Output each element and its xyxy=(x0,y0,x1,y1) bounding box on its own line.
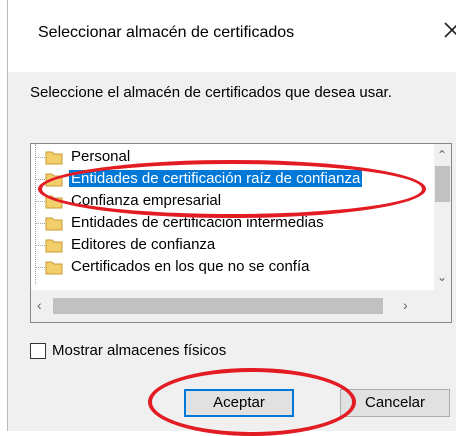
tree-item-enterprise-trust[interactable]: Confianza empresarial xyxy=(31,190,451,212)
tree-item-label: Editores de confianza xyxy=(71,236,216,253)
scroll-right-icon[interactable]: › xyxy=(403,297,408,313)
ok-button[interactable]: Aceptar xyxy=(184,389,294,417)
scroll-down-icon[interactable]: ⌄ xyxy=(437,270,447,284)
certificate-store-tree[interactable]: Personal Entidades de certificación raíz… xyxy=(30,143,452,323)
folder-icon xyxy=(45,217,63,231)
tree-item-label: Entidades de certificación raíz de confi… xyxy=(69,170,363,187)
cancel-button[interactable]: Cancelar xyxy=(340,389,450,417)
tree-item-trusted-root[interactable]: Entidades de certificación raíz de confi… xyxy=(31,168,451,190)
folder-icon xyxy=(45,151,63,165)
show-physical-stores-checkbox[interactable] xyxy=(30,343,46,359)
dialog-title: Seleccionar almacén de certificados xyxy=(38,24,295,41)
tree-item-label: Entidades de certificación intermedias xyxy=(71,214,324,231)
tree-item-label: Certificados en los que no se confía xyxy=(71,258,310,275)
vertical-scrollbar[interactable]: ⌃ ⌄ xyxy=(434,144,451,290)
horizontal-scroll-thumb[interactable] xyxy=(53,298,383,314)
folder-icon xyxy=(45,173,63,187)
tree-item-label: Personal xyxy=(71,148,131,165)
scroll-up-icon[interactable]: ⌃ xyxy=(437,148,447,162)
title-bar: Seleccionar almacén de certificados xyxy=(8,0,456,72)
folder-icon xyxy=(45,261,63,275)
vertical-scroll-thumb[interactable] xyxy=(435,166,450,202)
folder-icon xyxy=(45,239,63,253)
show-physical-stores-label: Mostrar almacenes físicos xyxy=(52,342,227,359)
dialog-prompt: Seleccione el almacén de certificados qu… xyxy=(30,84,392,101)
tree-item-intermediate[interactable]: Entidades de certificación intermedias xyxy=(31,212,451,234)
folder-icon xyxy=(45,195,63,209)
close-icon[interactable] xyxy=(440,18,456,42)
tree-item-personal[interactable]: Personal xyxy=(31,146,451,168)
tree-item-label: Confianza empresarial xyxy=(71,192,222,209)
scroll-left-icon[interactable]: ‹ xyxy=(37,297,42,313)
tree-item-trusted-publishers[interactable]: Editores de confianza xyxy=(31,234,451,256)
tree-item-untrusted[interactable]: Certificados en los que no se confía xyxy=(31,256,451,278)
horizontal-scrollbar[interactable]: ‹ › xyxy=(31,290,451,322)
